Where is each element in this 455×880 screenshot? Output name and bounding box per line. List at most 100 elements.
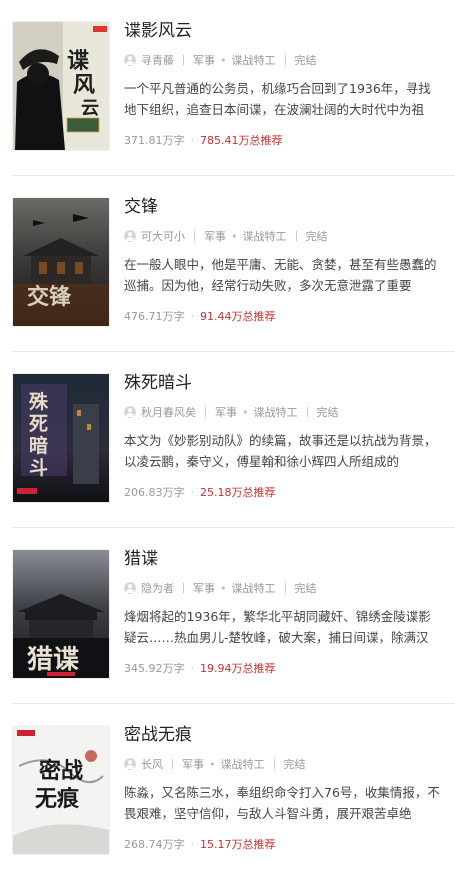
book-title[interactable]: 猎谍 xyxy=(124,548,441,570)
subcategory-tag[interactable]: 谍战特工 xyxy=(232,52,276,68)
book-description: 在一般人眼中，他是平庸、无能、贪婪，甚至有些愚蠢的巡捕。因为他，经常行动失败，多… xyxy=(124,257,437,293)
divider xyxy=(295,231,297,241)
svg-text:猎谍: 猎谍 xyxy=(27,645,79,675)
subcategory-tag[interactable]: 谍战特工 xyxy=(243,228,287,244)
subcategory-tag[interactable]: 谍战特工 xyxy=(221,756,265,772)
word-count: 206.83万字 xyxy=(124,486,185,499)
recommend-count: 19.94万总推荐 xyxy=(200,662,276,675)
divider xyxy=(273,759,275,769)
book-info: 谍影风云 寻青藤 军事 • 谍战特工 完结 一个平凡普通的公务员，机缘巧合回到了… xyxy=(124,20,441,148)
category-tag[interactable]: 军事 xyxy=(193,52,215,68)
divider xyxy=(183,583,184,593)
book-item[interactable]: 猎谍 猎谍 隐为者 军事 • 谍战特工 完结 烽烟将起的1936年，繁华北平胡同… xyxy=(0,528,455,704)
svg-text:云: 云 xyxy=(81,98,99,119)
dot-separator: • xyxy=(242,405,249,419)
book-item[interactable]: 殊 死 暗 斗 殊死暗斗 秋月春风矣 军事 • 谍战特工 完结 本文为《妙影别动… xyxy=(0,352,455,528)
svg-text:交锋: 交锋 xyxy=(27,284,72,310)
word-count: 345.92万字 xyxy=(124,662,185,675)
book-item[interactable]: 谍 风 云 谍影风云 寻青藤 军事 • 谍战特工 完结 一个平凡普通的公务员，机… xyxy=(0,0,455,176)
divider xyxy=(205,407,206,417)
author-avatar-icon xyxy=(124,406,136,418)
svg-text:风: 风 xyxy=(73,72,95,98)
book-description: 本文为《妙影别动队》的续篇，故事还是以抗战为背景，以凌云鹏，秦守义，傅星翰和徐小… xyxy=(124,433,437,469)
book-info: 交锋 可大可小 军事 • 谍战特工 完结 在一般人眼中，他是平庸、无能、贪婪，甚… xyxy=(124,196,441,324)
svg-text:殊: 殊 xyxy=(29,390,49,413)
book-item[interactable]: 交锋 交锋 可大可小 军事 • 谍战特工 完结 在一般人眼中，他是平庸、无能、贪… xyxy=(0,176,455,352)
dot-separator: · xyxy=(190,838,195,851)
svg-text:死: 死 xyxy=(29,413,48,435)
word-count: 371.81万字 xyxy=(124,134,185,147)
book-stats: 268.74万字 · 15.17万总推荐 xyxy=(124,836,441,852)
book-title[interactable]: 密战无痕 xyxy=(124,724,441,746)
svg-text:斗: 斗 xyxy=(29,457,48,479)
book-stats: 206.83万字 · 25.18万总推荐 xyxy=(124,484,441,500)
recommend-count: 91.44万总推荐 xyxy=(200,310,276,323)
author-name[interactable]: 长风 xyxy=(141,756,163,772)
author-avatar-icon xyxy=(124,54,136,66)
dot-separator: · xyxy=(190,486,195,499)
dot-separator: • xyxy=(231,229,238,243)
dot-separator: · xyxy=(190,662,195,675)
book-meta: 寻青藤 军事 • 谍战特工 完结 xyxy=(124,52,441,68)
book-meta: 隐为者 军事 • 谍战特工 完结 xyxy=(124,580,441,596)
status-label: 完结 xyxy=(305,230,328,243)
category-tag[interactable]: 军事 xyxy=(182,756,204,772)
dot-separator: · xyxy=(190,134,195,147)
svg-text:暗: 暗 xyxy=(29,434,48,457)
book-item[interactable]: 密战 无痕 密战无痕 长风 军事 • 谍战特工 完结 陈淼，又名陈三水，奉组织命… xyxy=(0,704,455,880)
book-cover[interactable]: 猎谍 xyxy=(13,550,109,678)
book-description: 一个平凡普通的公务员，机缘巧合回到了1936年，寻找地下组织，追查日本间谍，在波… xyxy=(124,81,431,117)
book-title[interactable]: 谍影风云 xyxy=(124,20,441,42)
author-name[interactable]: 寻青藤 xyxy=(141,52,174,68)
author-name[interactable]: 可大可小 xyxy=(141,228,185,244)
status-label: 完结 xyxy=(294,582,317,595)
status-label: 完结 xyxy=(316,406,339,419)
recommend-count: 15.17万总推荐 xyxy=(200,838,276,851)
book-cover[interactable]: 交锋 xyxy=(13,198,109,326)
author-avatar-icon xyxy=(124,582,136,594)
divider xyxy=(284,55,286,65)
divider xyxy=(284,583,286,593)
recommend-count: 25.18万总推荐 xyxy=(200,486,276,499)
dot-separator: · xyxy=(190,310,195,323)
dot-separator: • xyxy=(209,757,216,771)
author-name[interactable]: 隐为者 xyxy=(141,580,174,596)
book-meta: 可大可小 军事 • 谍战特工 完结 xyxy=(124,228,441,244)
category-tag[interactable]: 军事 xyxy=(204,228,226,244)
book-description: 陈淼，又名陈三水，奉组织命令打入76号，收集情报，不畏艰难，坚守信仰，与敌人斗智… xyxy=(124,785,440,821)
book-info: 殊死暗斗 秋月春风矣 军事 • 谍战特工 完结 本文为《妙影别动队》的续篇，故事… xyxy=(124,372,441,500)
category-tag[interactable]: 军事 xyxy=(215,404,237,420)
divider xyxy=(306,407,308,417)
author-avatar-icon xyxy=(124,758,136,770)
subcategory-tag[interactable]: 谍战特工 xyxy=(254,404,298,420)
book-stats: 345.92万字 · 19.94万总推荐 xyxy=(124,660,441,676)
book-list: 谍 风 云 谍影风云 寻青藤 军事 • 谍战特工 完结 一个平凡普通的公务员，机… xyxy=(0,0,455,876)
word-count: 476.71万字 xyxy=(124,310,185,323)
divider xyxy=(194,231,195,241)
status-label: 完结 xyxy=(294,54,317,67)
word-count: 268.74万字 xyxy=(124,838,185,851)
book-stats: 371.81万字 · 785.41万总推荐 xyxy=(124,132,441,148)
book-meta: 秋月春风矣 军事 • 谍战特工 完结 xyxy=(124,404,441,420)
svg-text:谍: 谍 xyxy=(67,48,89,74)
divider xyxy=(183,55,184,65)
book-info: 密战无痕 长风 军事 • 谍战特工 完结 陈淼，又名陈三水，奉组织命令打入76号… xyxy=(124,724,441,852)
book-stats: 476.71万字 · 91.44万总推荐 xyxy=(124,308,441,324)
book-cover[interactable]: 密战 无痕 xyxy=(13,726,109,854)
author-avatar-icon xyxy=(124,230,136,242)
svg-text:密战: 密战 xyxy=(39,758,83,784)
subcategory-tag[interactable]: 谍战特工 xyxy=(232,580,276,596)
book-meta: 长风 军事 • 谍战特工 完结 xyxy=(124,756,441,772)
book-title[interactable]: 殊死暗斗 xyxy=(124,372,441,394)
dot-separator: • xyxy=(220,53,227,67)
author-name[interactable]: 秋月春风矣 xyxy=(141,404,196,420)
svg-text:无痕: 无痕 xyxy=(35,786,80,812)
book-description: 烽烟将起的1936年，繁华北平胡同藏奸、锦绣金陵谍影疑云……热血男儿-楚牧峰，破… xyxy=(124,609,431,645)
book-info: 猎谍 隐为者 军事 • 谍战特工 完结 烽烟将起的1936年，繁华北平胡同藏奸、… xyxy=(124,548,441,676)
category-tag[interactable]: 军事 xyxy=(193,580,215,596)
book-cover[interactable]: 殊 死 暗 斗 xyxy=(13,374,109,502)
book-title[interactable]: 交锋 xyxy=(124,196,441,218)
divider xyxy=(172,759,173,769)
status-label: 完结 xyxy=(283,758,306,771)
book-cover[interactable]: 谍 风 云 xyxy=(13,22,109,150)
